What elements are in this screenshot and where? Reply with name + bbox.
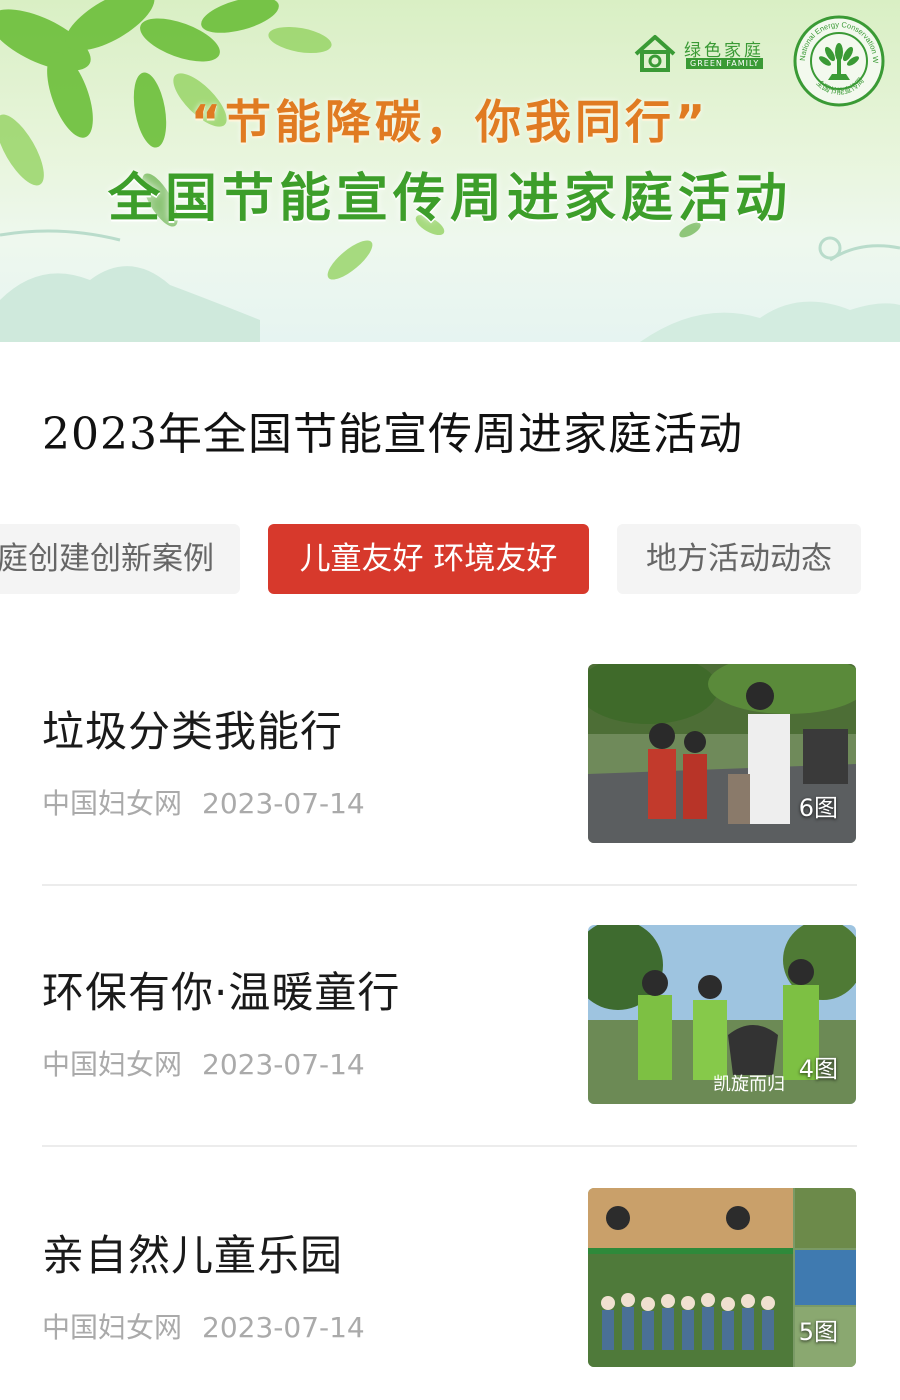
article-source: 中国妇女网 bbox=[42, 1048, 183, 1081]
header-banner: “节能降碳，你我同行” 全国节能宣传周进家庭活动 绿色家庭 GREEN FAMI… bbox=[0, 0, 900, 342]
article-title[interactable]: 亲自然儿童乐园 bbox=[42, 1222, 343, 1283]
article-thumbnail[interactable]: 6图 bbox=[588, 664, 856, 843]
image-count-badge: 6图 bbox=[798, 794, 838, 822]
article-date: 2023-07-14 bbox=[202, 1311, 365, 1344]
green-family-logo: 绿色家庭 GREEN FAMILY bbox=[632, 32, 772, 76]
article-date: 2023-07-14 bbox=[202, 787, 365, 820]
category-tabs: 庭创建创新案例 儿童友好 环境友好 地方活动动态 bbox=[0, 524, 900, 594]
article-meta: 中国妇女网 2023-07-14 bbox=[42, 782, 365, 822]
article-item[interactable]: 环保有你·温暖童行 中国妇女网 2023-07-14 凯旋而归 4图 bbox=[42, 925, 857, 1105]
green-family-en: GREEN FAMILY bbox=[686, 58, 764, 69]
energy-week-logo: National Energy Conservation Week 全国节能宣传… bbox=[790, 7, 886, 108]
article-title[interactable]: 垃圾分类我能行 bbox=[42, 698, 343, 759]
tab-child-friendly[interactable]: 儿童友好 环境友好 bbox=[268, 524, 589, 594]
article-thumbnail[interactable]: 5图 bbox=[588, 1188, 856, 1367]
image-count-badge: 5图 bbox=[798, 1318, 838, 1346]
image-count-badge: 4图 bbox=[798, 1055, 838, 1083]
article-item[interactable]: 亲自然儿童乐园 中国妇女网 2023-07-14 5图 bbox=[42, 1188, 857, 1368]
tab-local-activities[interactable]: 地方活动动态 bbox=[617, 524, 861, 594]
list-divider bbox=[42, 1145, 857, 1147]
article-title[interactable]: 环保有你·温暖童行 bbox=[42, 959, 400, 1020]
article-meta: 中国妇女网 2023-07-14 bbox=[42, 1043, 365, 1083]
article-item[interactable]: 垃圾分类我能行 中国妇女网 2023-07-14 6图 bbox=[42, 664, 857, 844]
article-source: 中国妇女网 bbox=[42, 1311, 183, 1344]
article-date: 2023-07-14 bbox=[202, 1048, 365, 1081]
photo-caption: 凯旋而归 bbox=[713, 1074, 785, 1095]
banner-slogan: “节能降碳，你我同行” bbox=[190, 95, 710, 149]
tab-innovation-cases[interactable]: 庭创建创新案例 bbox=[0, 524, 240, 594]
article-thumbnail[interactable]: 凯旋而归 4图 bbox=[588, 925, 856, 1104]
article-source: 中国妇女网 bbox=[42, 787, 183, 820]
section-title: 2023年全国节能宣传周进家庭活动 bbox=[42, 409, 743, 460]
list-divider bbox=[42, 884, 857, 886]
banner-headline: 全国节能宣传周进家庭活动 bbox=[107, 169, 792, 229]
article-meta: 中国妇女网 2023-07-14 bbox=[42, 1306, 365, 1346]
house-icon bbox=[634, 35, 676, 72]
